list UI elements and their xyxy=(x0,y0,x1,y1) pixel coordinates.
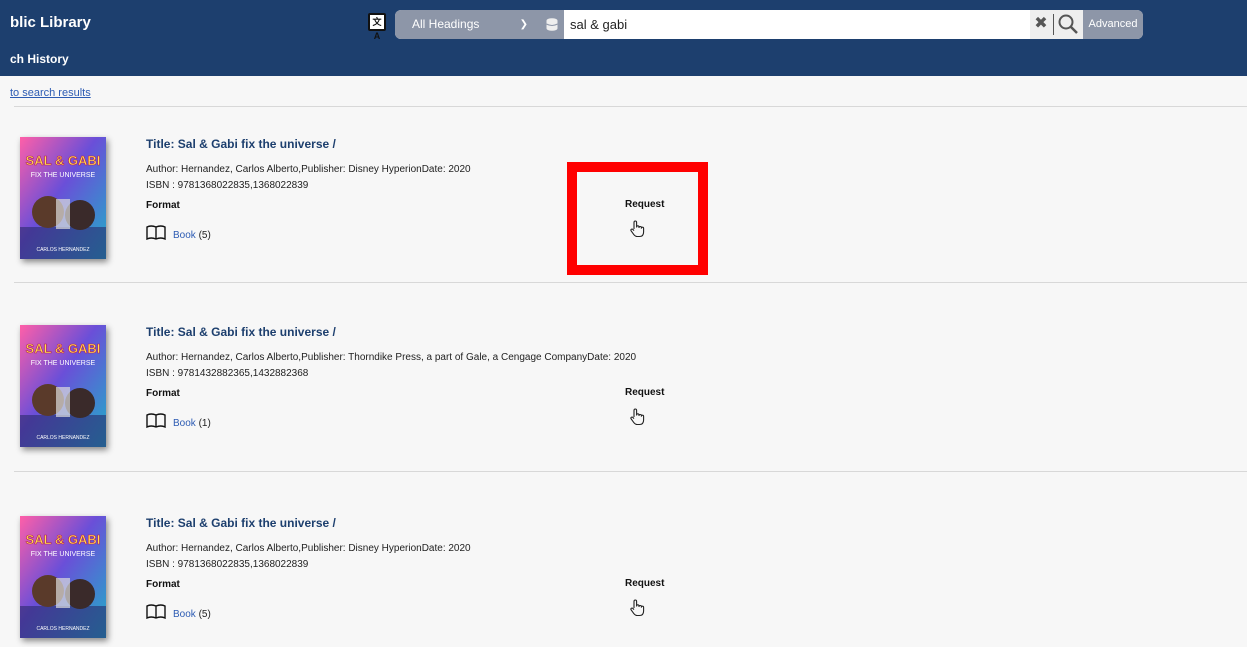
format-value: Book (5) xyxy=(173,230,211,241)
record-isbn: ISBN : 9781432882365,1432882368 xyxy=(146,368,309,379)
search-history-link[interactable]: ch History xyxy=(10,52,69,66)
back-to-results-link[interactable]: to search results xyxy=(10,87,91,99)
cover-author-text: CARLOS HERNANDEZ xyxy=(36,435,89,441)
search-icon[interactable] xyxy=(1057,13,1079,35)
format-value: Book (1) xyxy=(173,418,211,429)
cover-title-text: SAL & GABI xyxy=(26,532,101,547)
advanced-search-button[interactable]: Advanced xyxy=(1083,10,1143,39)
cover-subtitle-text: FIX THE UNIVERSE xyxy=(31,551,96,558)
database-icon[interactable] xyxy=(540,10,564,39)
divider xyxy=(14,471,1247,472)
book-cover-image[interactable]: SAL & GABI FIX THE UNIVERSE CARLOS HERNA… xyxy=(20,137,106,259)
format-label: Format xyxy=(146,200,180,211)
cover-title-text: SAL & GABI xyxy=(26,153,101,168)
format-label: Format xyxy=(146,579,180,590)
record-author-publisher: Author: Hernandez, Carlos Alberto,Publis… xyxy=(146,543,471,554)
search-input[interactable] xyxy=(564,10,1030,39)
heading-scope-select[interactable]: All Headings ❯ xyxy=(395,10,540,39)
request-label: Request xyxy=(625,578,665,589)
request-label: Request xyxy=(625,387,665,398)
record-title[interactable]: Title: Sal & Gabi fix the universe / xyxy=(146,325,336,339)
cover-author-text: CARLOS HERNANDEZ xyxy=(36,626,89,632)
book-icon xyxy=(146,413,166,433)
record-author-publisher: Author: Hernandez, Carlos Alberto,Publis… xyxy=(146,164,471,175)
cover-title-text: SAL & GABI xyxy=(26,341,101,356)
hand-pointer-icon[interactable] xyxy=(629,599,645,622)
cover-author-text: CARLOS HERNANDEZ xyxy=(36,247,89,253)
top-header: blic Library ch History 文A All Headings … xyxy=(0,0,1247,76)
format-count: (5) xyxy=(195,230,211,241)
record-isbn: ISBN : 9781368022835,1368022839 xyxy=(146,180,309,191)
format-count: (1) xyxy=(195,418,211,429)
book-cover-image[interactable]: SAL & GABI FIX THE UNIVERSE CARLOS HERNA… xyxy=(20,325,106,447)
divider xyxy=(1053,14,1054,35)
book-icon xyxy=(146,225,166,245)
cover-subtitle-text: FIX THE UNIVERSE xyxy=(31,172,96,179)
chevron-down-icon: ❯ xyxy=(519,19,528,30)
book-cover-image[interactable]: SAL & GABI FIX THE UNIVERSE CARLOS HERNA… xyxy=(20,516,106,638)
record-title[interactable]: Title: Sal & Gabi fix the universe / xyxy=(146,137,336,151)
book-icon xyxy=(146,604,166,624)
record-title[interactable]: Title: Sal & Gabi fix the universe / xyxy=(146,516,336,530)
format-count: (5) xyxy=(195,609,211,620)
record-author-publisher: Author: Hernandez, Carlos Alberto,Publis… xyxy=(146,352,637,363)
format-book-link[interactable]: Book xyxy=(173,609,196,620)
format-value: Book (5) xyxy=(173,609,211,620)
format-book-link[interactable]: Book xyxy=(173,418,196,429)
language-icon[interactable]: 文A xyxy=(368,13,386,41)
divider xyxy=(14,282,1247,283)
format-label: Format xyxy=(146,388,180,399)
request-highlight-box xyxy=(567,162,708,275)
heading-scope-value: All Headings xyxy=(412,17,480,31)
format-book-link[interactable]: Book xyxy=(173,230,196,241)
divider xyxy=(14,106,1247,107)
library-title[interactable]: blic Library xyxy=(10,14,91,31)
cover-subtitle-text: FIX THE UNIVERSE xyxy=(31,360,96,367)
search-bar: All Headings ❯ ✖ Advanced xyxy=(395,10,1143,39)
clear-icon[interactable]: ✖ xyxy=(1031,14,1051,34)
hand-pointer-icon[interactable] xyxy=(629,408,645,431)
record-isbn: ISBN : 9781368022835,1368022839 xyxy=(146,559,309,570)
